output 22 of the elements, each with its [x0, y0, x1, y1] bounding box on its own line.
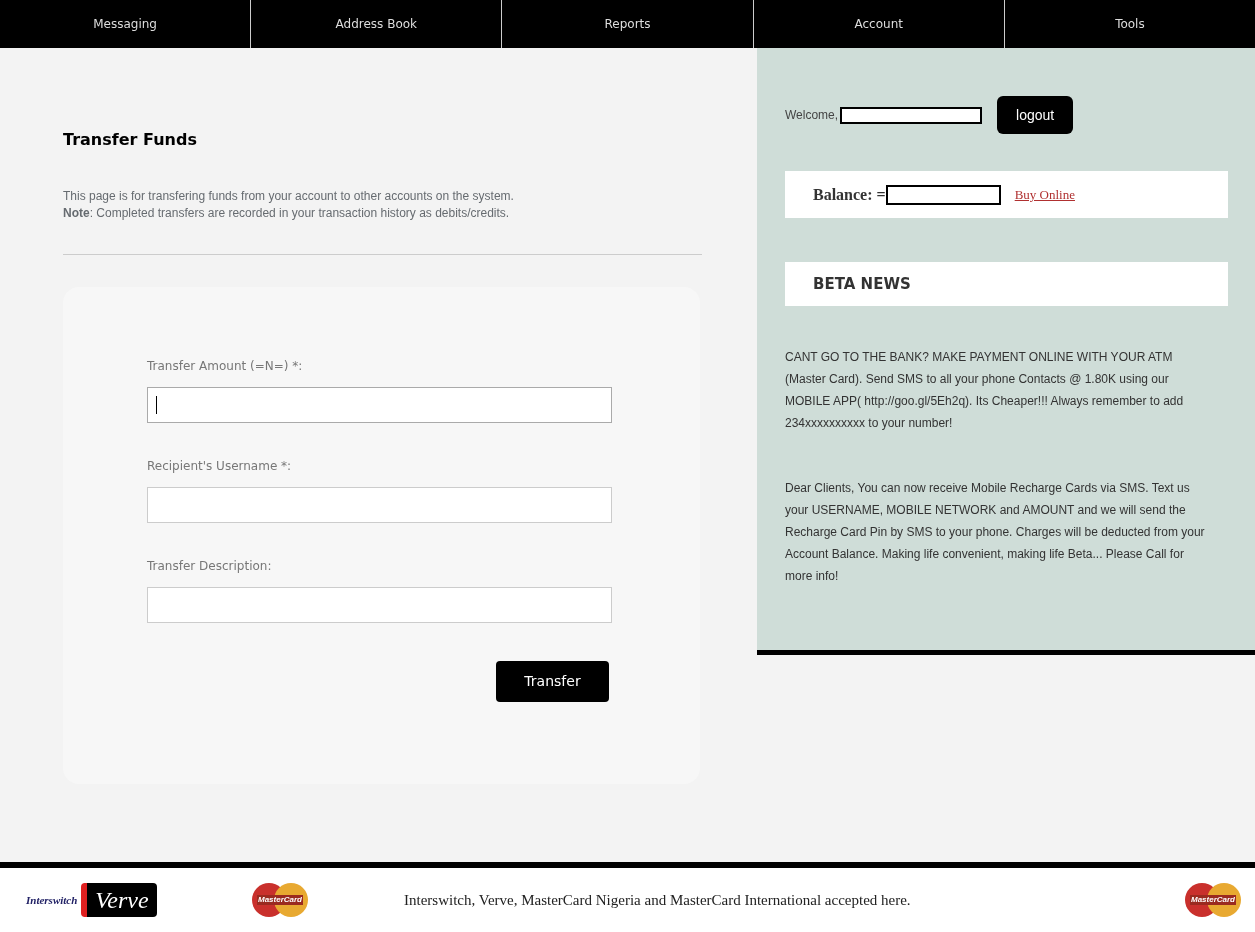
balance-label: Balance: = — [813, 184, 886, 205]
nav-tab[interactable]: Reports — [501, 0, 753, 48]
logout-button[interactable]: logout — [997, 96, 1074, 134]
news-title: BETA NEWS — [813, 273, 911, 295]
intro-text: This page is for transfering funds from your account to other accounts on the system. — [63, 188, 515, 205]
input-field[interactable] — [147, 487, 612, 523]
welcome-text: Welcome, — [785, 107, 839, 124]
field-label: Transfer Description: — [147, 558, 273, 575]
footer-text: Interswitch, Verve, MasterCard Nigeria and MasterCard International accepted here. — [404, 890, 911, 910]
nav-tab[interactable]: Messaging — [0, 0, 251, 48]
transfer-button[interactable]: Transfer — [496, 661, 609, 702]
news-item: CANT GO TO THE BANK? MAKE PAYMENT ONLINE WITH YOUR ATM (Master Card). Send SMS to all your phone Contacts @ 1.80K using our MOBILE APP( http://goo.gl/5Eh2q). Its Cheaper!!! Always remember to add 234xxxxxxxxxx to your number! — [785, 349, 1185, 432]
input-field[interactable] — [147, 387, 612, 423]
buy-online-link[interactable]: Buy Online — [1014, 184, 1075, 205]
nav-tab[interactable]: Address Book — [250, 0, 502, 48]
input-field[interactable] — [147, 587, 612, 623]
note-text: Note: Completed transfers are recorded in your transaction history as debits/credits. — [63, 205, 511, 222]
page-title: Transfer Funds — [63, 129, 198, 151]
field-label: Recipient's Username *: — [147, 458, 293, 475]
field-label: Transfer Amount (=N=) *: — [147, 358, 304, 375]
news-item: Dear Clients, You can now receive Mobile Recharge Cards via SMS. Text us your USERNAME, MOBILE NETWORK and AMOUNT and we will send the Recharge Card Pin by SMS to your phone. Charges will be deducted from your Account Balance. Making life convenient, making life Beta... Please Call for more info! — [785, 480, 1206, 585]
text-cursor — [156, 396, 157, 414]
